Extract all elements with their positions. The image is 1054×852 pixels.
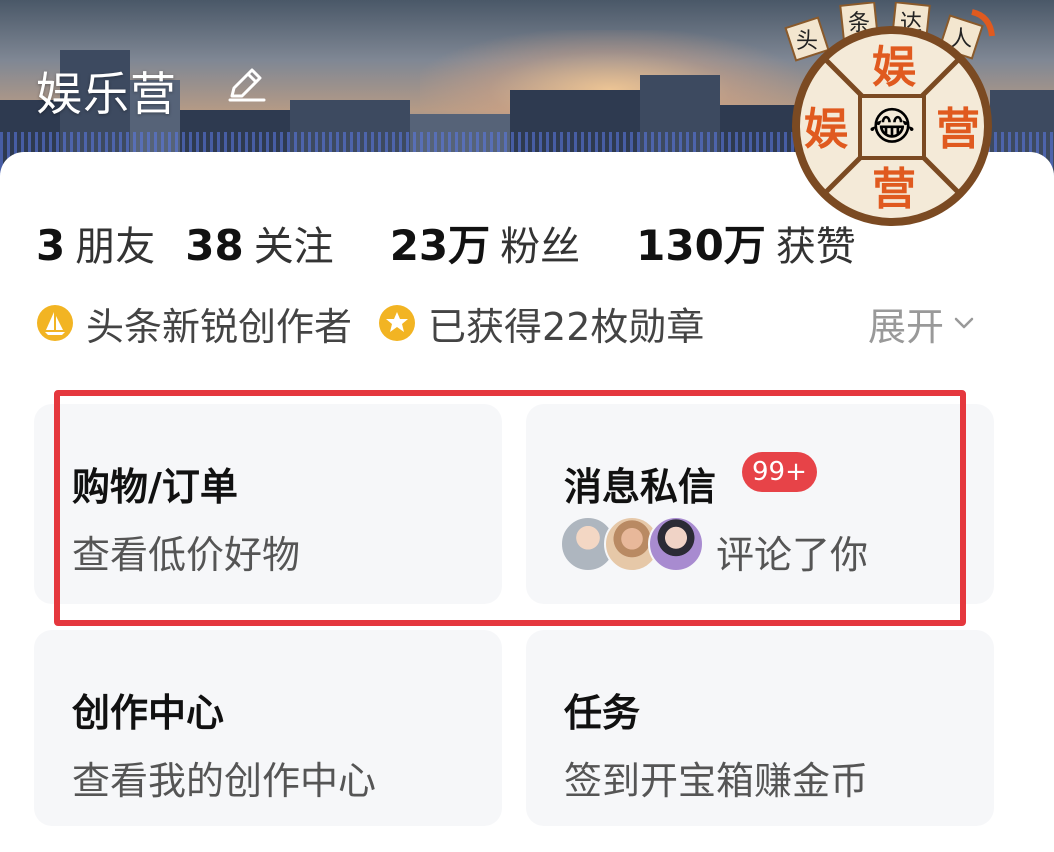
expand-button[interactable]: 展开 xyxy=(868,300,976,349)
medal-star-icon xyxy=(379,305,416,341)
svg-text:娱: 娱 xyxy=(872,42,916,93)
medals-text[interactable]: 已获得22枚勋章 xyxy=(428,296,704,351)
stats-row: 3 朋友 38 关注 23万 粉丝 130万 获赞 xyxy=(36,212,886,270)
followers-label[interactable]: 粉丝 xyxy=(500,214,580,272)
friends-label[interactable]: 朋友 xyxy=(75,214,155,272)
tile-subtitle: 查看我的创作中心 xyxy=(72,759,377,803)
friends-count[interactable]: 3 xyxy=(36,221,65,270)
svg-text:营: 营 xyxy=(872,164,916,215)
svg-text:营: 营 xyxy=(936,104,980,155)
tasks-tile[interactable]: 任务 签到开宝箱赚金币 xyxy=(526,630,994,826)
svg-text:娱: 娱 xyxy=(804,104,848,155)
highlight-box xyxy=(54,390,966,626)
tile-subtitle: 签到开宝箱赚金币 xyxy=(564,759,869,803)
svg-text:😂: 😂 xyxy=(869,104,916,150)
expand-label: 展开 xyxy=(868,304,945,349)
creation-center-tile[interactable]: 创作中心 查看我的创作中心 xyxy=(34,630,502,826)
svg-text:头: 头 xyxy=(796,29,818,54)
creator-badge-text[interactable]: 头条新锐创作者 xyxy=(86,296,352,351)
tile-title: 创作中心 xyxy=(72,691,225,735)
profile-name[interactable]: 娱乐营 xyxy=(36,58,177,124)
tile-title: 任务 xyxy=(564,691,641,735)
likes-count[interactable]: 130万 xyxy=(636,212,766,273)
badges-row: 头条新锐创作者 已获得22枚勋章 xyxy=(36,300,730,349)
sailboat-icon xyxy=(37,305,73,341)
followers-count[interactable]: 23万 xyxy=(390,212,490,273)
channel-logo[interactable]: 头 条 达 人 😂 娱 娱 营 营 xyxy=(776,2,1008,228)
pencil-icon[interactable] xyxy=(224,62,268,106)
following-count[interactable]: 38 xyxy=(185,221,243,270)
following-label[interactable]: 关注 xyxy=(254,214,334,272)
chevron-down-icon xyxy=(954,317,974,329)
